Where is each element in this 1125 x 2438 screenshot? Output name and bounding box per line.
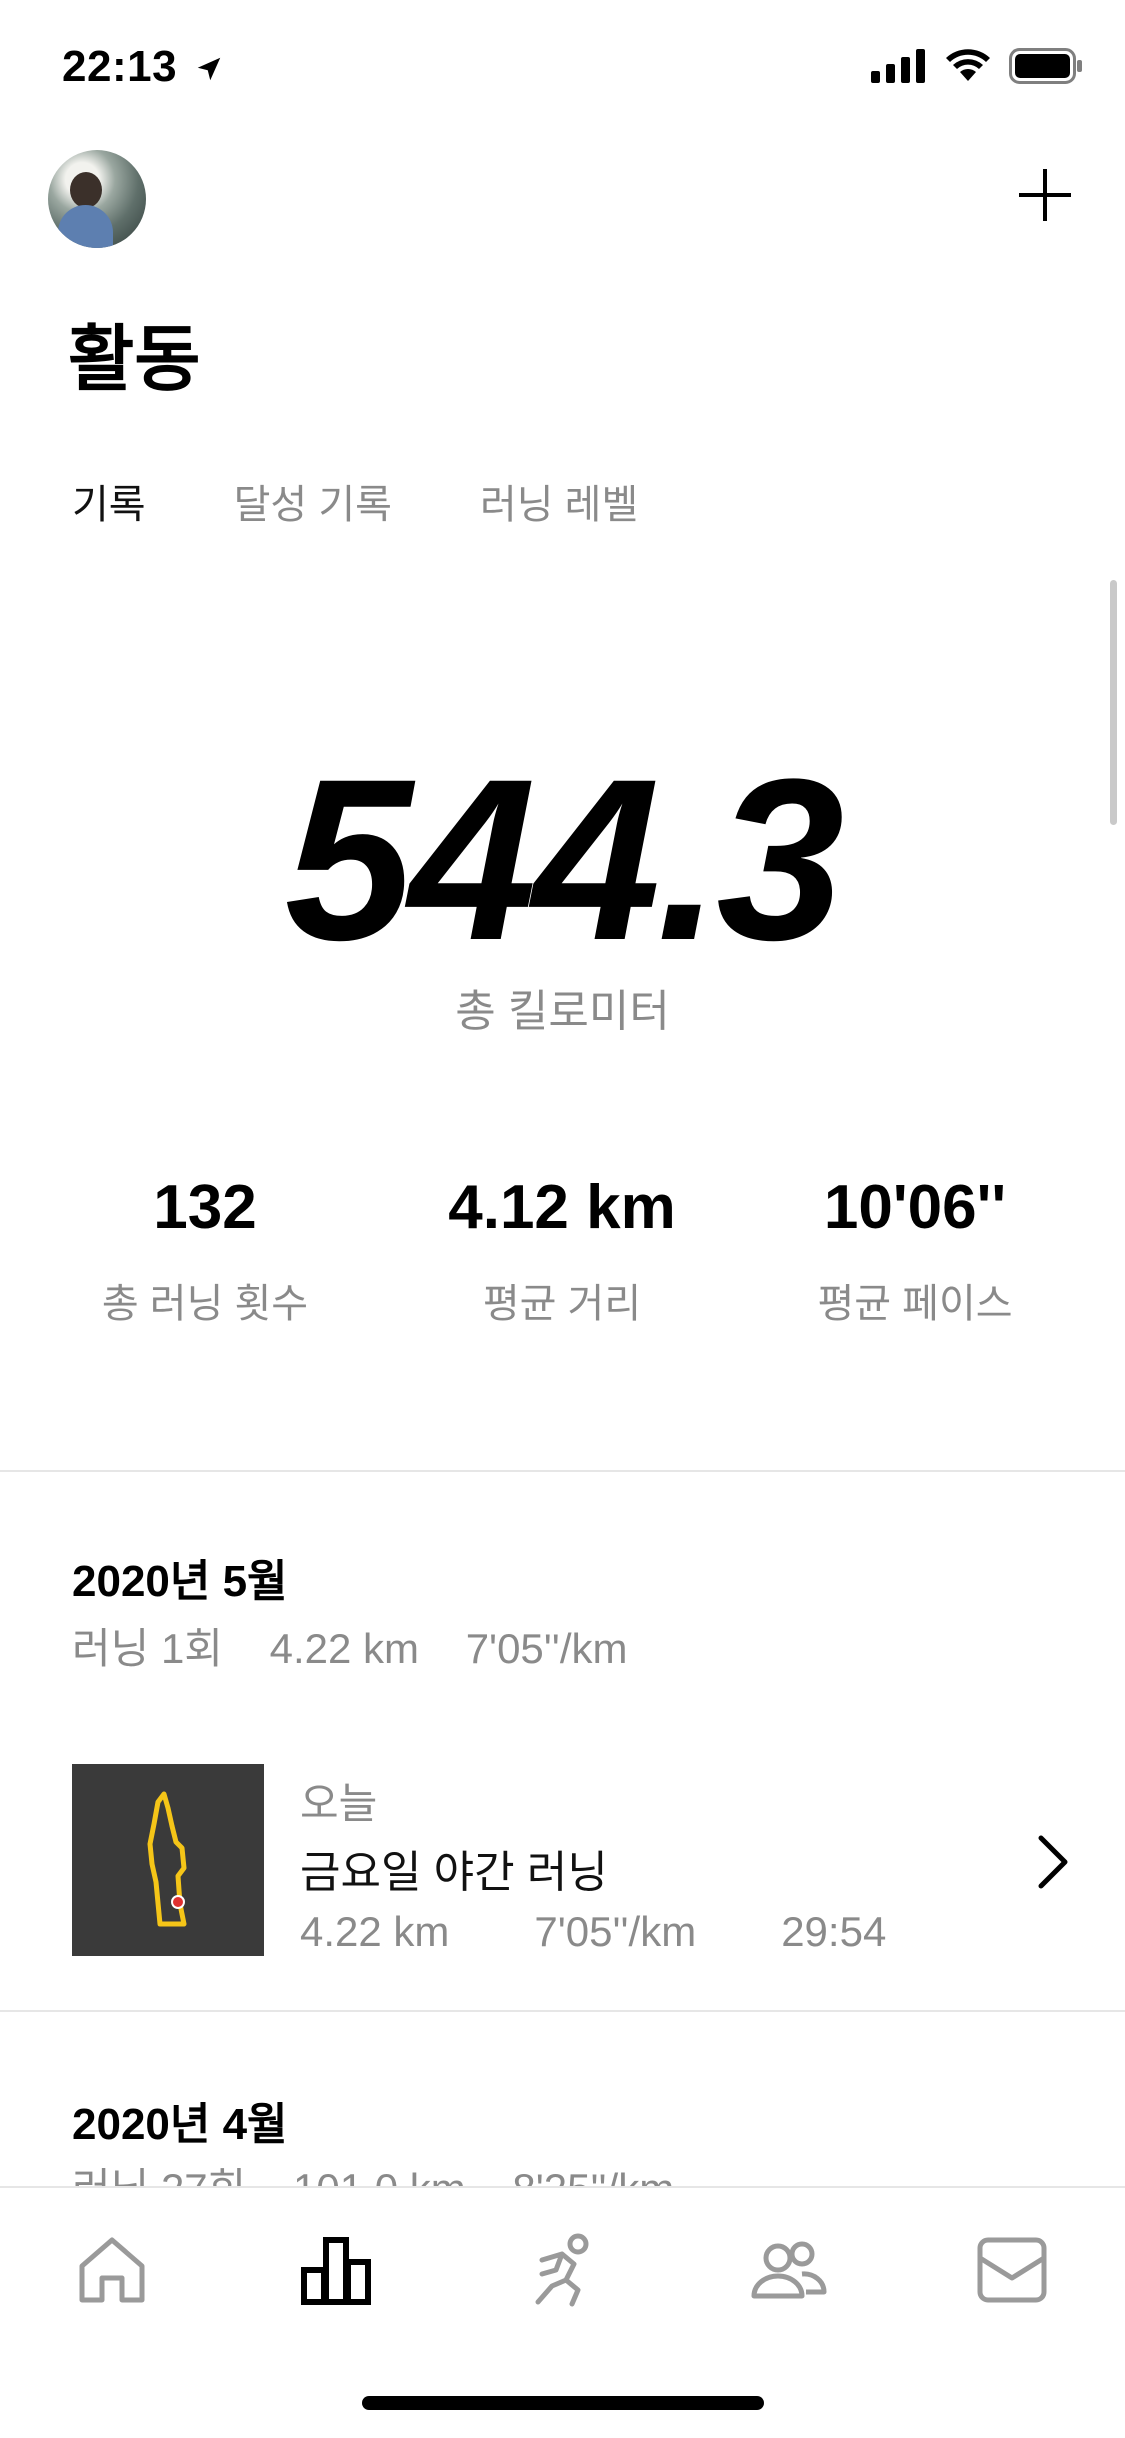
stat-label: 평균 페이스 bbox=[817, 1282, 1013, 1326]
divider bbox=[0, 2010, 1125, 2012]
divider bbox=[0, 1470, 1125, 1472]
activity-stats: 4.22 km 7'05''/km 29:54 bbox=[300, 1908, 971, 1956]
month-summary: 러닝 1회 4.22 km 7'05''/km bbox=[72, 1625, 628, 1672]
battery-icon bbox=[1009, 48, 1082, 84]
route-map-thumbnail[interactable] bbox=[72, 1764, 264, 1956]
stat-avg-pace: 10'06'' 평균 페이스 bbox=[735, 1172, 1095, 1329]
status-icons bbox=[871, 48, 1083, 84]
total-km-label: 총 킬로미터 bbox=[455, 987, 670, 1036]
stat-value: 10'06'' bbox=[823, 1173, 1007, 1242]
status-time: 22:13 bbox=[62, 42, 224, 92]
wifi-icon bbox=[946, 49, 990, 81]
stat-value: 132 bbox=[153, 1173, 257, 1242]
stat-label: 총 러닝 횟수 bbox=[101, 1282, 309, 1326]
total-km-value: 544.3 bbox=[284, 731, 845, 988]
tab-history[interactable]: 기록 bbox=[72, 472, 146, 530]
tab-achievements[interactable]: 달성 기록 bbox=[234, 472, 392, 530]
home-icon[interactable] bbox=[72, 2230, 152, 2310]
stat-value: 4.12 km bbox=[448, 1173, 676, 1242]
activity-distance: 4.22 km bbox=[300, 1908, 450, 1955]
activity-chart-icon[interactable] bbox=[296, 2230, 376, 2310]
activity-title[interactable]: 금요일 야간 러닝 bbox=[300, 1836, 608, 1900]
stat-total-runs: 132 총 러닝 횟수 bbox=[25, 1172, 385, 1329]
page-title: 활동 bbox=[68, 320, 201, 400]
home-indicator[interactable] bbox=[362, 2396, 764, 2410]
stat-avg-distance: 4.12 km 평균 거리 bbox=[382, 1172, 742, 1329]
tab-bar: 기록 달성 기록 러닝 레벨 bbox=[72, 472, 726, 530]
run-icon[interactable] bbox=[522, 2230, 602, 2310]
location-arrow-icon bbox=[197, 58, 221, 81]
tab-running-level[interactable]: 러닝 레벨 bbox=[480, 472, 638, 530]
cellular-signal-icon bbox=[871, 49, 925, 83]
month-title: 2020년 4월 bbox=[72, 2100, 288, 2149]
stat-label: 평균 거리 bbox=[482, 1282, 642, 1326]
activity-pace: 7'05''/km bbox=[534, 1908, 697, 1955]
inbox-icon[interactable] bbox=[972, 2230, 1052, 2310]
route-path-icon bbox=[147, 1791, 187, 1927]
friends-icon[interactable] bbox=[748, 2230, 828, 2310]
chevron-right-icon[interactable] bbox=[1033, 1832, 1073, 1892]
add-icon[interactable] bbox=[1015, 165, 1075, 225]
month-title: 2020년 5월 bbox=[72, 1557, 288, 1606]
avatar[interactable] bbox=[48, 150, 146, 248]
activity-duration: 29:54 bbox=[781, 1908, 887, 1955]
activity-date: 오늘 bbox=[300, 1780, 378, 1827]
